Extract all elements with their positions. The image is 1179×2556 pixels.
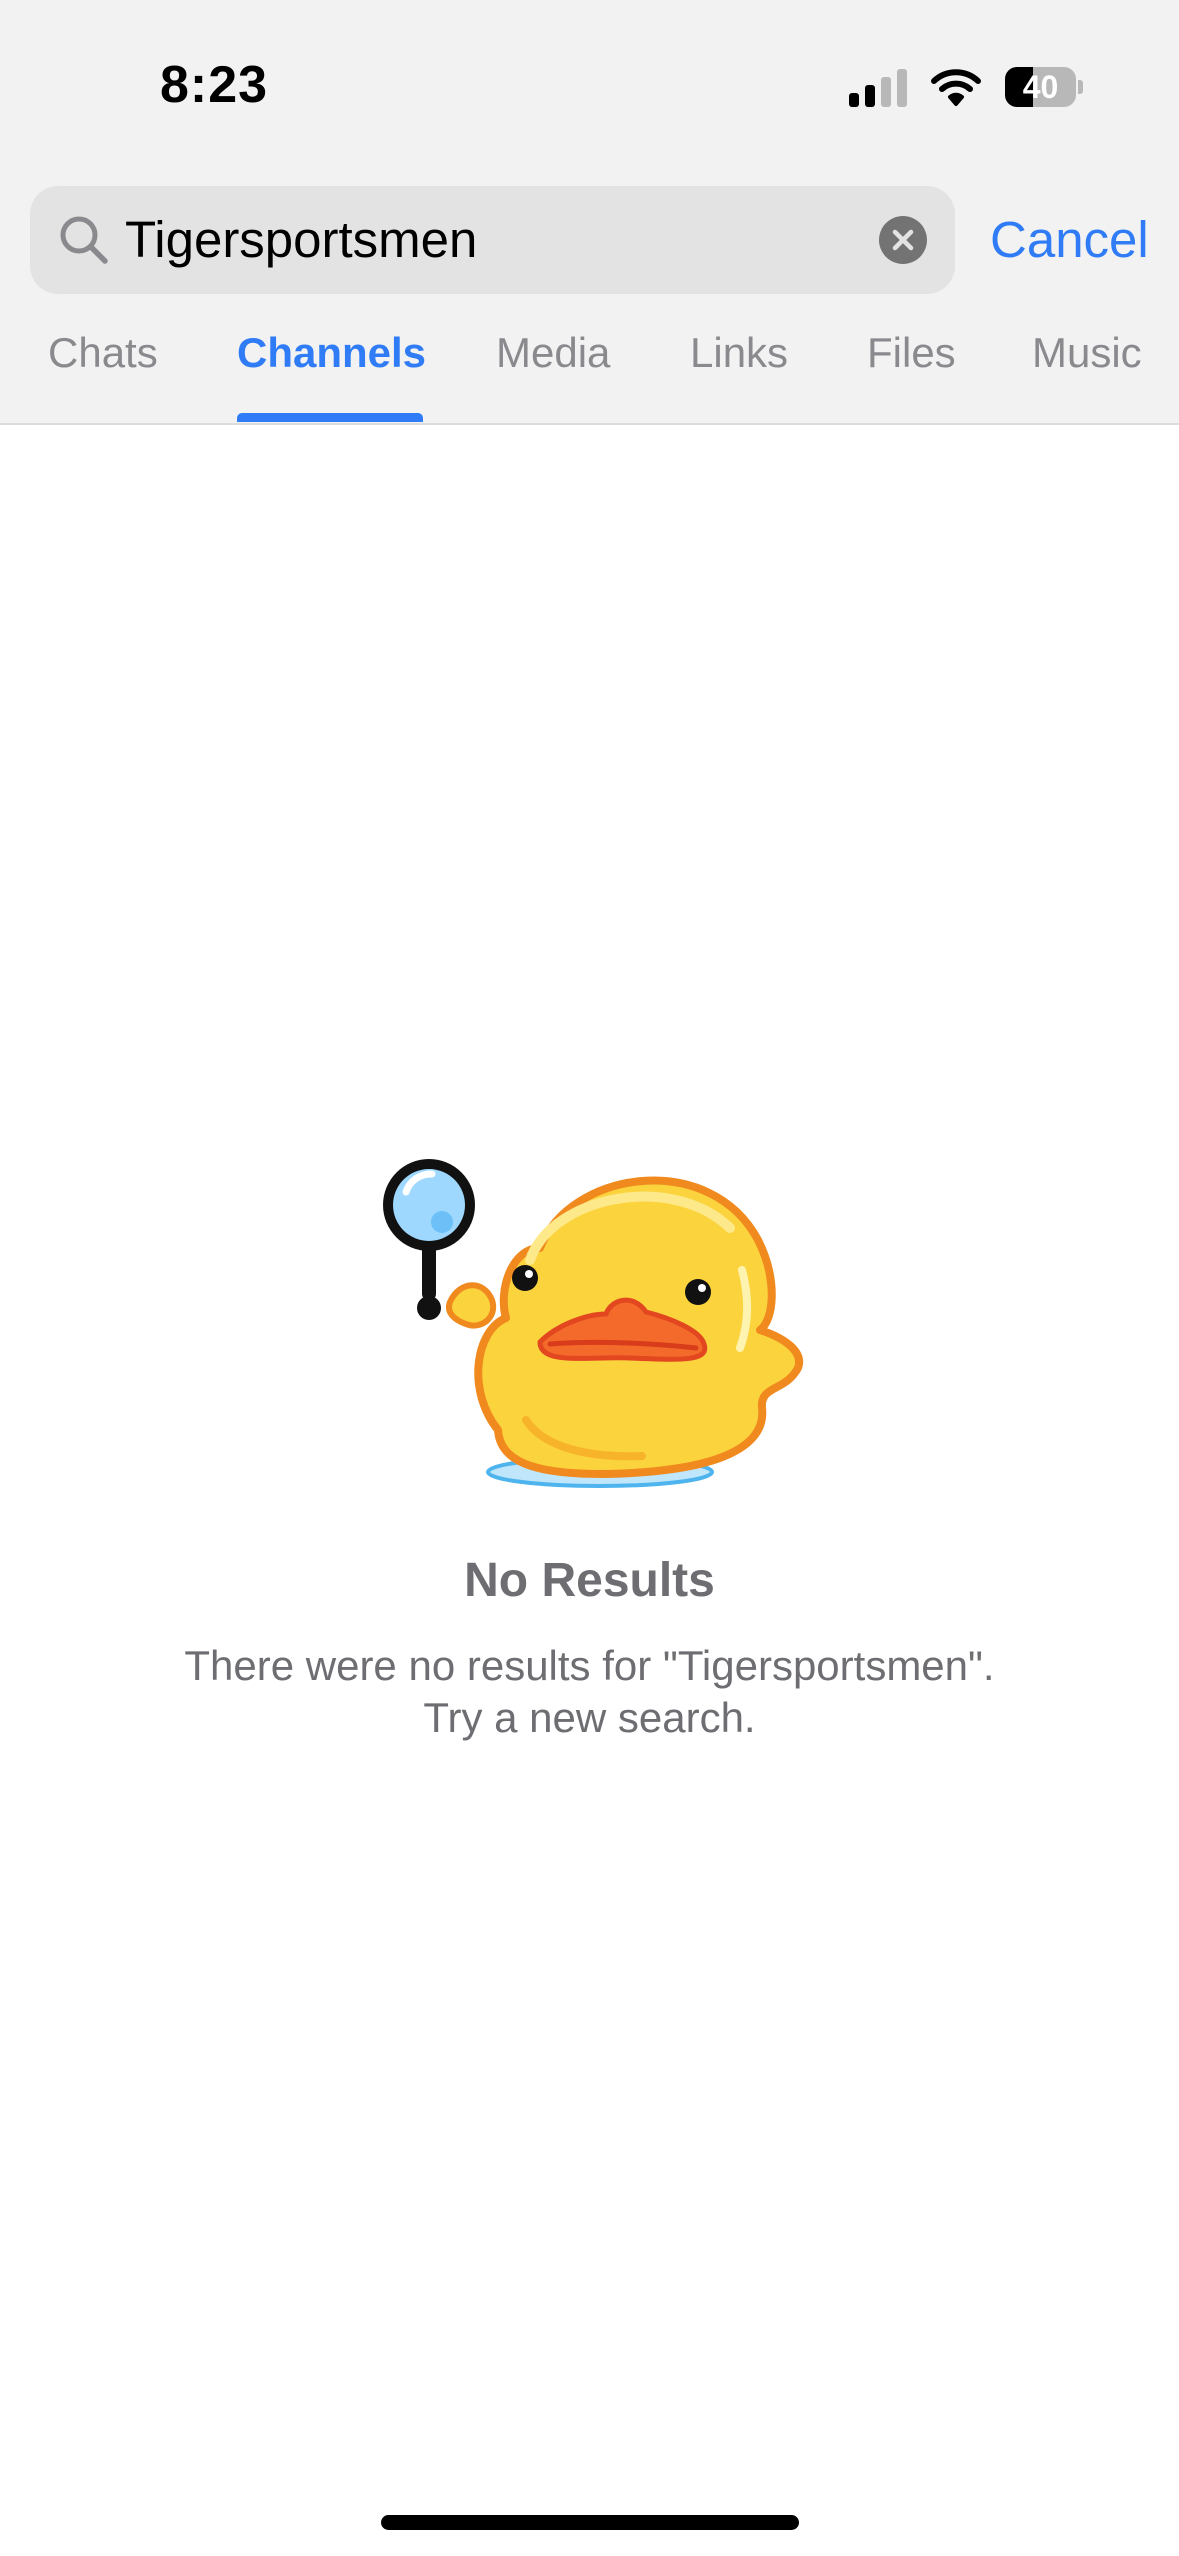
search-input[interactable]: Tigersportsmen [125,186,477,294]
status-icons: 40 [849,62,1083,112]
home-indicator[interactable] [381,2515,799,2530]
search-icon [60,216,108,264]
clear-search-icon[interactable] [879,216,927,264]
search-header: 8:23 40 Tigersportsmen Cancel Chats Chan… [0,0,1179,425]
tab-chats[interactable]: Chats [48,318,158,388]
empty-state-message: There were no results for "Tigersportsme… [0,1640,1179,1744]
tab-links[interactable]: Links [690,318,788,388]
tab-channels[interactable]: Channels [237,318,426,388]
battery-level: 40 [1022,68,1059,105]
tab-media[interactable]: Media [496,318,610,388]
tab-music[interactable]: Music [1032,318,1142,388]
empty-state-title: No Results [464,1554,715,1607]
empty-state-message-line: There were no results for "Tigersportsme… [184,1642,995,1689]
search-field[interactable]: Tigersportsmen [30,186,955,294]
cancel-button[interactable]: Cancel [990,186,1149,294]
battery-icon: 40 [1005,67,1083,107]
empty-state-message-line: Try a new search. [423,1694,756,1741]
cellular-signal-icon [849,67,907,107]
active-tab-indicator [237,413,423,422]
tab-files[interactable]: Files [867,318,956,388]
status-time: 8:23 [160,56,269,114]
wifi-icon [931,69,981,106]
duck-with-magnifier-illustration [383,1151,804,1488]
